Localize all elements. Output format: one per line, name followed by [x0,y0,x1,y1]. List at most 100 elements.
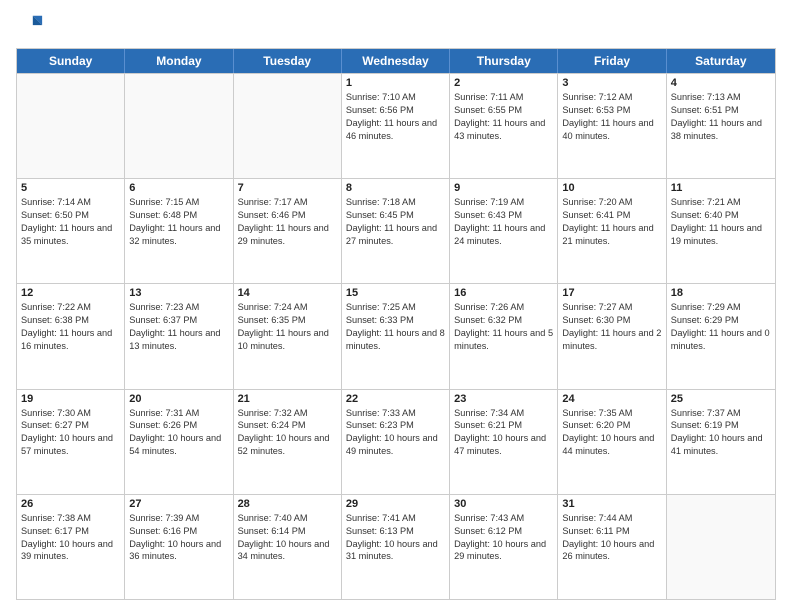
day-number: 27 [129,498,228,510]
cal-cell [667,495,775,599]
cal-cell: 1 Sunrise: 7:10 AM Sunset: 6:56 PM Daylig… [342,74,450,178]
day-number: 14 [238,287,337,299]
cal-cell: 17 Sunrise: 7:27 AM Sunset: 6:30 PM Dayli… [558,284,666,388]
header-day-wednesday: Wednesday [342,49,450,73]
cal-cell: 8 Sunrise: 7:18 AM Sunset: 6:45 PM Daylig… [342,179,450,283]
cal-cell: 14 Sunrise: 7:24 AM Sunset: 6:35 PM Dayli… [234,284,342,388]
cal-cell: 3 Sunrise: 7:12 AM Sunset: 6:53 PM Daylig… [558,74,666,178]
cal-cell: 19Sunrise: 7:30 AM Sunset: 6:27 PM Dayli… [17,390,125,494]
cell-info: Sunrise: 7:44 AM Sunset: 6:11 PM Dayligh… [562,512,661,564]
cell-info: Sunrise: 7:17 AM Sunset: 6:46 PM Dayligh… [238,196,337,248]
day-number: 26 [21,498,120,510]
header-day-tuesday: Tuesday [234,49,342,73]
cell-info: Sunrise: 7:26 AM Sunset: 6:32 PM Dayligh… [454,301,553,353]
day-number: 17 [562,287,661,299]
day-number: 15 [346,287,445,299]
cell-info: Sunrise: 7:25 AM Sunset: 6:33 PM Dayligh… [346,301,445,353]
cell-info: Sunrise: 7:24 AM Sunset: 6:35 PM Dayligh… [238,301,337,353]
cal-cell: 23Sunrise: 7:34 AM Sunset: 6:21 PM Dayli… [450,390,558,494]
cell-info: Sunrise: 7:34 AM Sunset: 6:21 PM Dayligh… [454,407,553,459]
cal-cell: 30 Sunrise: 7:43 AM Sunset: 6:12 PM Dayli… [450,495,558,599]
calendar-body: 1 Sunrise: 7:10 AM Sunset: 6:56 PM Daylig… [17,73,775,599]
cell-info: Sunrise: 7:11 AM Sunset: 6:55 PM Dayligh… [454,91,553,143]
day-number: 5 [21,182,120,194]
calendar-header: SundayMondayTuesdayWednesdayThursdayFrid… [17,49,775,73]
day-number: 12 [21,287,120,299]
day-number: 6 [129,182,228,194]
cell-info: Sunrise: 7:12 AM Sunset: 6:53 PM Dayligh… [562,91,661,143]
day-number: 11 [671,182,771,194]
cal-row-3: 19Sunrise: 7:30 AM Sunset: 6:27 PM Dayli… [17,389,775,494]
cal-cell: 4 Sunrise: 7:13 AM Sunset: 6:51 PM Daylig… [667,74,775,178]
cal-cell: 12 Sunrise: 7:22 AM Sunset: 6:38 PM Dayli… [17,284,125,388]
day-number: 2 [454,77,553,89]
cell-info: Sunrise: 7:33 AM Sunset: 6:23 PM Dayligh… [346,407,445,459]
cell-info: Sunrise: 7:15 AM Sunset: 6:48 PM Dayligh… [129,196,228,248]
cell-info: Sunrise: 7:18 AM Sunset: 6:45 PM Dayligh… [346,196,445,248]
day-number: 3 [562,77,661,89]
day-number: 31 [562,498,661,510]
cal-cell: 22 Sunrise: 7:33 AM Sunset: 6:23 PM Dayli… [342,390,450,494]
header-day-sunday: Sunday [17,49,125,73]
cell-info: Sunrise: 7:39 AM Sunset: 6:16 PM Dayligh… [129,512,228,564]
day-number: 13 [129,287,228,299]
day-number: 22 [346,393,445,405]
cal-cell [17,74,125,178]
cal-cell: 24 Sunrise: 7:35 AM Sunset: 6:20 PM Dayli… [558,390,666,494]
day-number: 25 [671,393,771,405]
cell-info: Sunrise: 7:19 AM Sunset: 6:43 PM Dayligh… [454,196,553,248]
cell-info: Sunrise: 7:27 AM Sunset: 6:30 PM Dayligh… [562,301,661,353]
cal-cell: 26 Sunrise: 7:38 AM Sunset: 6:17 PM Dayli… [17,495,125,599]
day-number: 24 [562,393,661,405]
header-day-monday: Monday [125,49,233,73]
cal-row-2: 12 Sunrise: 7:22 AM Sunset: 6:38 PM Dayli… [17,283,775,388]
cal-row-4: 26 Sunrise: 7:38 AM Sunset: 6:17 PM Dayli… [17,494,775,599]
day-number: 29 [346,498,445,510]
header [16,12,776,40]
cal-cell: 9 Sunrise: 7:19 AM Sunset: 6:43 PM Daylig… [450,179,558,283]
day-number: 28 [238,498,337,510]
cal-cell: 21 Sunrise: 7:32 AM Sunset: 6:24 PM Dayli… [234,390,342,494]
cell-info: Sunrise: 7:21 AM Sunset: 6:40 PM Dayligh… [671,196,771,248]
day-number: 10 [562,182,661,194]
calendar: SundayMondayTuesdayWednesdayThursdayFrid… [16,48,776,600]
page: SundayMondayTuesdayWednesdayThursdayFrid… [0,0,792,612]
header-day-friday: Friday [558,49,666,73]
day-number: 1 [346,77,445,89]
cal-cell: 13 Sunrise: 7:23 AM Sunset: 6:37 PM Dayli… [125,284,233,388]
cal-row-0: 1 Sunrise: 7:10 AM Sunset: 6:56 PM Daylig… [17,73,775,178]
cell-info: Sunrise: 7:38 AM Sunset: 6:17 PM Dayligh… [21,512,120,564]
cal-cell [125,74,233,178]
cal-cell: 10 Sunrise: 7:20 AM Sunset: 6:41 PM Dayli… [558,179,666,283]
cell-info: Sunrise: 7:35 AM Sunset: 6:20 PM Dayligh… [562,407,661,459]
cell-info: Sunrise: 7:10 AM Sunset: 6:56 PM Dayligh… [346,91,445,143]
day-number: 8 [346,182,445,194]
cell-info: Sunrise: 7:22 AM Sunset: 6:38 PM Dayligh… [21,301,120,353]
logo-icon [16,12,44,40]
day-number: 21 [238,393,337,405]
cal-cell: 2 Sunrise: 7:11 AM Sunset: 6:55 PM Daylig… [450,74,558,178]
cal-cell: 25 Sunrise: 7:37 AM Sunset: 6:19 PM Dayli… [667,390,775,494]
cal-cell: 15 Sunrise: 7:25 AM Sunset: 6:33 PM Dayli… [342,284,450,388]
cal-cell: 11 Sunrise: 7:21 AM Sunset: 6:40 PM Dayli… [667,179,775,283]
cell-info: Sunrise: 7:23 AM Sunset: 6:37 PM Dayligh… [129,301,228,353]
cell-info: Sunrise: 7:20 AM Sunset: 6:41 PM Dayligh… [562,196,661,248]
cell-info: Sunrise: 7:13 AM Sunset: 6:51 PM Dayligh… [671,91,771,143]
cal-cell: 7 Sunrise: 7:17 AM Sunset: 6:46 PM Daylig… [234,179,342,283]
cell-info: Sunrise: 7:32 AM Sunset: 6:24 PM Dayligh… [238,407,337,459]
cal-row-1: 5Sunrise: 7:14 AM Sunset: 6:50 PM Daylig… [17,178,775,283]
day-number: 4 [671,77,771,89]
day-number: 7 [238,182,337,194]
cell-info: Sunrise: 7:37 AM Sunset: 6:19 PM Dayligh… [671,407,771,459]
cell-info: Sunrise: 7:43 AM Sunset: 6:12 PM Dayligh… [454,512,553,564]
header-day-saturday: Saturday [667,49,775,73]
day-number: 18 [671,287,771,299]
day-number: 20 [129,393,228,405]
cal-cell: 31 Sunrise: 7:44 AM Sunset: 6:11 PM Dayli… [558,495,666,599]
day-number: 19 [21,393,120,405]
day-number: 30 [454,498,553,510]
cal-cell: 28 Sunrise: 7:40 AM Sunset: 6:14 PM Dayli… [234,495,342,599]
cell-info: Sunrise: 7:40 AM Sunset: 6:14 PM Dayligh… [238,512,337,564]
cell-info: Sunrise: 7:31 AM Sunset: 6:26 PM Dayligh… [129,407,228,459]
day-number: 9 [454,182,553,194]
